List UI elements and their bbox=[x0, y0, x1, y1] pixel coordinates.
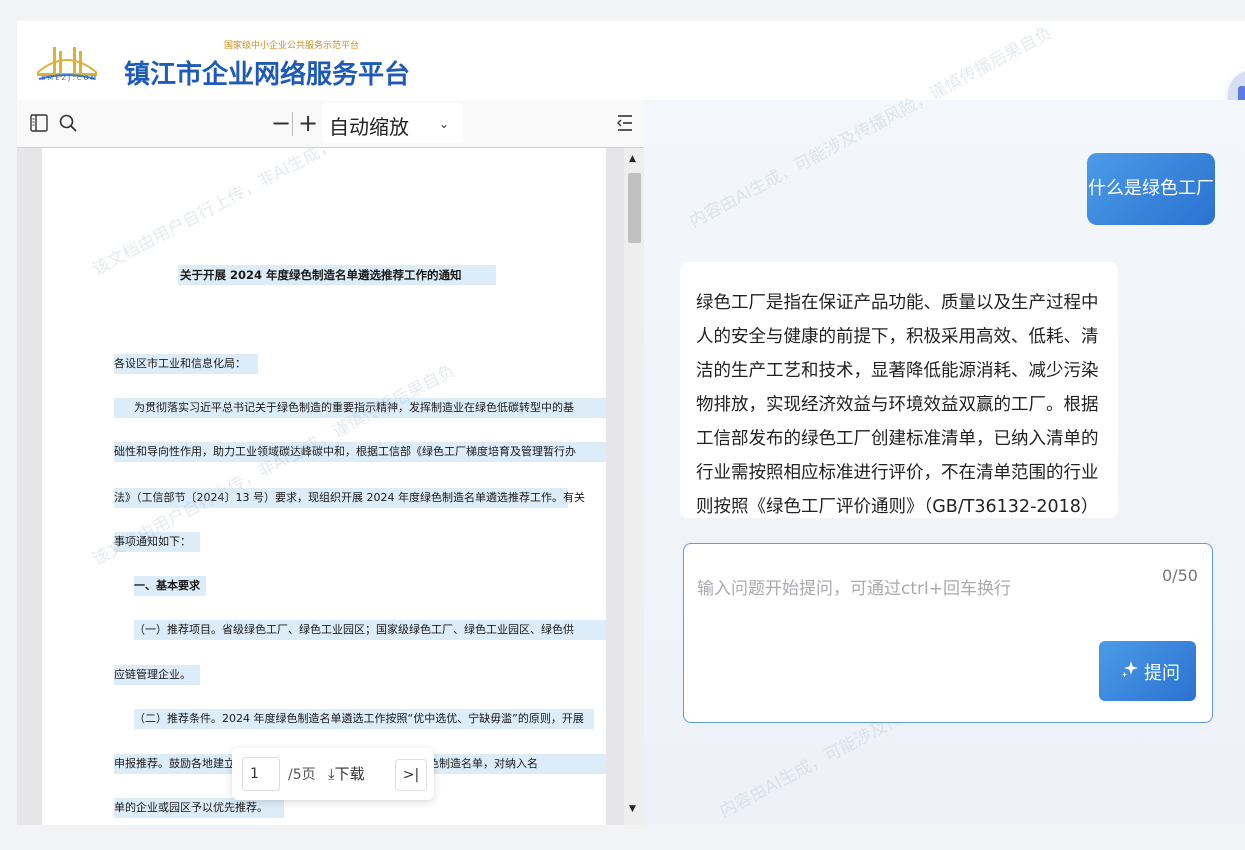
doc-line: （二）推荐条件。2024 年度绿色制造名单遴选工作按照“优中选优、宁缺毋滥”的原… bbox=[134, 709, 594, 729]
doc-line: 应链管理企业。 bbox=[114, 665, 200, 685]
doc-line: 础性和导向性作用，助力工业领域碳达峰碳中和，根据工信部《绿色工厂梯度培育及管理暂… bbox=[114, 442, 606, 462]
user-message-bubble: 什么是绿色工厂 bbox=[1087, 153, 1215, 225]
zoom-in-button[interactable]: + bbox=[298, 109, 318, 137]
search-icon[interactable] bbox=[58, 113, 78, 133]
scroll-up-icon[interactable]: ▲ bbox=[629, 154, 636, 164]
page-number-input[interactable] bbox=[242, 757, 280, 791]
sparkle-icon bbox=[1122, 661, 1138, 678]
doc-line: 法》（工信部节〔2024〕13 号）要求，现组织开展 2024 年度绿色制造名单… bbox=[114, 488, 585, 508]
chat-panel: 内容由AI生成，可能涉及传播风险，谨慎传播后果自负 内容由AI生成，可能涉及传播… bbox=[644, 23, 1245, 825]
ai-message-text: 绿色工厂是指在保证产品功能、质量以及生产过程中人的安全与健康的前提下，积极采用高… bbox=[696, 293, 1099, 517]
doc-line: 色制造名单，对纳入名 bbox=[428, 754, 606, 774]
ask-button[interactable]: 提问 bbox=[1099, 641, 1196, 701]
zoom-out-button[interactable]: − bbox=[271, 109, 291, 137]
toolbar-divider bbox=[292, 112, 293, 136]
last-page-button[interactable]: >| bbox=[395, 759, 427, 791]
doc-line: 各设区市工业和信息化局： bbox=[114, 354, 258, 374]
watermark: 该文档由用户自行上传，非AI生成，谨慎传播后果自负 bbox=[89, 148, 459, 281]
pdf-viewer: − + 自动缩放 ⌄ 关于开展 2024 年度绿色制造名单遴选推荐工作的通知 各… bbox=[17, 100, 644, 825]
site-name[interactable]: 镇江市企业网络服务平台 bbox=[124, 54, 410, 91]
pdf-toolbar: − + 自动缩放 ⌄ bbox=[17, 100, 644, 148]
question-input-box[interactable]: 输入问题开始提问，可通过ctrl+回车换行 0/50 提问 bbox=[683, 543, 1213, 723]
doc-line: 事项通知如下： bbox=[114, 532, 200, 552]
logo-tagline: 国家级中小企业公共服务示范平台 bbox=[224, 41, 360, 51]
site-header: SMEZJ.COM 国家级中小企业公共服务示范平台 镇江市企业网络服务平台 bbox=[17, 21, 1245, 100]
logo-domain: SMEZJ.COM bbox=[41, 75, 99, 82]
chevron-down-icon: ⌄ bbox=[439, 117, 450, 131]
download-button[interactable]: ⤓下载 bbox=[328, 763, 365, 784]
download-label: 下载 bbox=[334, 765, 365, 783]
question-input[interactable]: 输入问题开始提问，可通过ctrl+回车换行 bbox=[697, 574, 1011, 599]
ask-button-label: 提问 bbox=[1144, 663, 1180, 684]
tools-menu-icon[interactable] bbox=[615, 113, 635, 133]
sidebar-toggle-icon[interactable] bbox=[29, 113, 49, 133]
zoom-select-value: 自动缩放 bbox=[329, 115, 409, 139]
pdf-page: 关于开展 2024 年度绿色制造名单遴选推荐工作的通知 各设区市工业和信息化局：… bbox=[42, 148, 606, 825]
doc-line: 申报推荐。鼓励各地建立完 bbox=[114, 754, 246, 774]
doc-line: 为贯彻落实习近平总书记关于绿色制造的重要指示精神，发挥制造业在绿色低碳转型中的基 bbox=[114, 398, 606, 418]
page-navigation: /5页 ⤓下载 >| bbox=[232, 748, 434, 800]
ai-message-bubble: 绿色工厂是指在保证产品功能、质量以及生产过程中人的安全与健康的前提下，积极采用高… bbox=[680, 262, 1118, 518]
footer-strip bbox=[0, 825, 1245, 850]
download-icon: ⤓ bbox=[328, 765, 335, 783]
doc-heading: 一、基本要求 bbox=[134, 576, 206, 596]
scroll-down-icon[interactable]: ▼ bbox=[629, 804, 636, 814]
doc-line: （一）推荐项目。省级绿色工厂、绿色工业园区；国家级绿色工厂、绿色工业园区、绿色供 bbox=[134, 620, 606, 640]
zoom-select[interactable]: 自动缩放 ⌄ bbox=[322, 103, 463, 143]
page-total: /5页 bbox=[288, 767, 316, 783]
doc-line: 单的企业或园区予以优先推荐。 bbox=[114, 798, 284, 818]
scroll-thumb[interactable] bbox=[628, 173, 641, 243]
doc-title: 关于开展 2024 年度绿色制造名单遴选推荐工作的通知 bbox=[178, 265, 496, 285]
char-counter: 0/50 bbox=[1162, 566, 1198, 585]
pdf-scrollbar[interactable]: ▲ ▼ bbox=[624, 148, 644, 825]
